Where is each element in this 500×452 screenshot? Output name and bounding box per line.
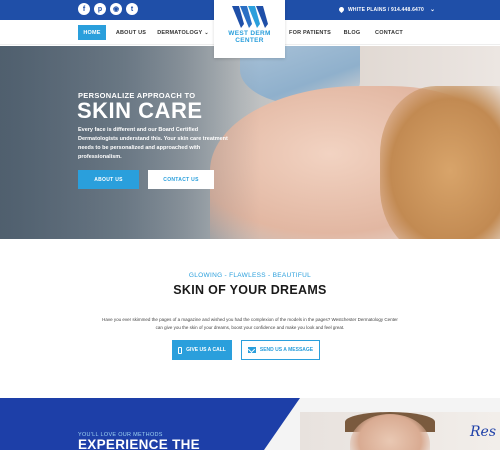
chevron-down-icon: ⌄: [204, 29, 209, 36]
hero-section: PERSONALIZE APPROACH TO SKIN CARE Every …: [0, 46, 500, 239]
contact-us-button[interactable]: CONTACT US: [148, 170, 214, 189]
script-heading: Res: [470, 424, 497, 440]
nav-item-for-patients[interactable]: FOR PATIENTS: [289, 25, 331, 40]
location-selector[interactable]: WHITE PLAINS / 914.448.6470 ⌄: [339, 6, 436, 14]
site-logo[interactable]: WEST DERM CENTER: [214, 0, 285, 58]
section-title: SKIN OF YOUR DREAMS: [173, 283, 327, 297]
nav-item-home[interactable]: HOME: [78, 25, 106, 40]
nav-item-blog[interactable]: BLOG: [340, 25, 364, 40]
give-us-a-call-button[interactable]: GIVE US A CALL: [172, 340, 232, 360]
give-us-a-call-label: GIVE US A CALL: [186, 347, 226, 353]
facebook-icon[interactable]: f: [78, 3, 90, 15]
nav-item-contact[interactable]: CONTACT: [372, 25, 406, 40]
logo-line-1: WEST DERM: [228, 30, 271, 37]
social-links: f p ◉ t: [78, 3, 138, 15]
instagram-icon[interactable]: ◉: [110, 3, 122, 15]
pinterest-icon[interactable]: p: [94, 3, 106, 15]
logo-text: WEST DERM CENTER: [228, 30, 270, 44]
twitter-icon[interactable]: t: [126, 3, 138, 15]
methods-section: [0, 398, 500, 450]
phone-icon: [178, 346, 183, 354]
hero-title: SKIN CARE: [77, 98, 203, 123]
send-us-a-message-label: SEND US A MESSAGE: [259, 347, 314, 353]
nav-item-dermatology[interactable]: DERMATOLOGY ⌄: [157, 25, 209, 40]
location-label: WHITE PLAINS / 914.448.6470: [348, 6, 424, 13]
about-us-button[interactable]: ABOUT US: [78, 170, 139, 189]
section-body: Have you ever skimmed the pages of a mag…: [102, 317, 398, 330]
nav-item-dermatology-label: DERMATOLOGY: [157, 29, 203, 36]
nav-item-about-us[interactable]: ABOUT US: [113, 25, 149, 40]
mail-icon: [247, 347, 256, 353]
section-kicker: GLOWING - FLAWLESS - BEAUTIFUL: [188, 272, 312, 279]
hero-body: Every face is different and our Board Ce…: [78, 127, 228, 160]
logo-mark-icon: [231, 6, 268, 28]
hero-image-hair: [380, 86, 500, 239]
chevron-down-icon: ⌄: [430, 7, 436, 13]
location-pin-icon: [339, 7, 344, 13]
logo-line-2: CENTER: [235, 37, 264, 44]
send-us-a-message-button[interactable]: SEND US A MESSAGE: [241, 340, 320, 360]
